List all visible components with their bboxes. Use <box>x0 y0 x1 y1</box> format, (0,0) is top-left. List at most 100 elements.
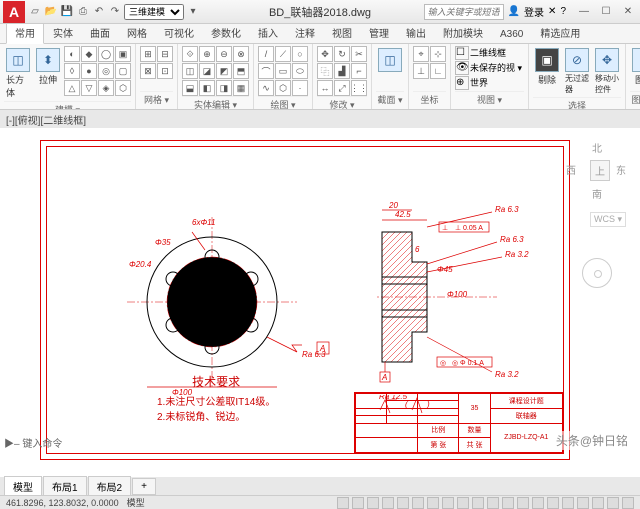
layers-button[interactable]: ≣图层 <box>630 46 640 88</box>
new-icon[interactable]: ▱ <box>28 5 42 19</box>
gizmo-toggle[interactable] <box>517 497 529 509</box>
ortho-toggle[interactable] <box>367 497 379 509</box>
panel-title[interactable]: 网格 ▾ <box>140 91 173 107</box>
tab-view[interactable]: 视图 <box>324 22 360 43</box>
tool-icon[interactable]: ◐ <box>64 46 80 62</box>
tool-icon[interactable]: ⊟ <box>157 46 173 62</box>
tool-icon[interactable]: ◫ <box>182 63 198 79</box>
tool-icon[interactable]: ⊥ <box>413 63 429 79</box>
snap-toggle[interactable] <box>352 497 364 509</box>
tab-annotate[interactable]: 注释 <box>287 22 323 43</box>
tab-surface[interactable]: 曲面 <box>82 22 118 43</box>
tool-icon[interactable]: ▽ <box>81 80 97 96</box>
isolate-toggle[interactable] <box>577 497 589 509</box>
tool-icon[interactable]: ⊖ <box>216 46 232 62</box>
save-icon[interactable]: 💾 <box>60 5 74 19</box>
tool-icon[interactable]: ⬒ <box>233 63 249 79</box>
hardware-toggle[interactable] <box>592 497 604 509</box>
saveas-icon[interactable]: ⎙ <box>76 5 90 19</box>
tab-layout1[interactable]: 布局1 <box>43 476 87 497</box>
tool-icon[interactable]: ⊕ <box>199 46 215 62</box>
undo-icon[interactable]: ↶ <box>92 5 106 19</box>
command-line[interactable]: ▶‒ 键入命令 <box>4 435 62 450</box>
tool-icon[interactable]: · <box>292 80 308 96</box>
tab-mesh[interactable]: 网格 <box>119 22 155 43</box>
tool-icon[interactable]: ⌖ <box>413 46 429 62</box>
custom-toggle[interactable] <box>622 497 634 509</box>
tool-icon[interactable]: ◯ <box>98 46 114 62</box>
tool-icon[interactable]: ▦ <box>233 80 249 96</box>
grid-toggle[interactable] <box>337 497 349 509</box>
osnap-toggle[interactable] <box>397 497 409 509</box>
panel-title[interactable]: 坐标 <box>413 91 446 107</box>
rotate-icon[interactable]: ↻ <box>334 46 350 62</box>
workspace-toggle[interactable] <box>547 497 559 509</box>
panel-title[interactable]: 图层 ▾ <box>630 91 640 107</box>
drawing-canvas[interactable]: 6xΦ11 Φ35 Φ20.4 Φ100 Ra 6.3 A <box>0 128 640 484</box>
exchange-icon[interactable]: ✕ <box>548 6 556 17</box>
tool-icon[interactable]: ⬡ <box>115 80 131 96</box>
box-button[interactable]: ◫长方体 <box>4 46 32 101</box>
array-icon[interactable]: ⋮⋮ <box>351 80 367 96</box>
line-icon[interactable]: / <box>258 46 274 62</box>
open-icon[interactable]: 📂 <box>44 5 58 19</box>
tool-icon[interactable]: ◆ <box>81 46 97 62</box>
tool-icon[interactable]: △ <box>64 80 80 96</box>
tab-insert[interactable]: 插入 <box>250 22 286 43</box>
app-icon[interactable]: A <box>3 1 25 23</box>
polyline-icon[interactable]: ⟋ <box>275 46 291 62</box>
minimize-button[interactable]: — <box>576 6 592 17</box>
workspace-dropdown[interactable]: 三维建模 <box>124 4 184 20</box>
rect-icon[interactable]: ▭ <box>275 63 291 79</box>
monitor-toggle[interactable] <box>562 497 574 509</box>
tool-icon[interactable]: ⬭ <box>292 63 308 79</box>
tool-icon[interactable]: ∿ <box>258 80 274 96</box>
scale-icon[interactable]: ⤢ <box>334 80 350 96</box>
cull-button[interactable]: ▣剔除 <box>533 46 561 88</box>
tool-icon[interactable]: ▢ <box>115 63 131 79</box>
user-icon[interactable]: 👤 <box>508 6 520 17</box>
cycling-toggle[interactable] <box>457 497 469 509</box>
section-button[interactable]: ◫ <box>376 46 404 74</box>
gizmo-button[interactable]: ✥移动小控件 <box>593 46 621 97</box>
arc-icon[interactable]: ⌒ <box>258 63 274 79</box>
tab-model[interactable]: 模型 <box>4 476 42 497</box>
tool-icon[interactable]: ⊡ <box>157 63 173 79</box>
tool-icon[interactable]: ◈ <box>98 80 114 96</box>
tab-parametric[interactable]: 参数化 <box>203 22 249 43</box>
view-cube[interactable]: 北 南 西 东 上 <box>570 142 626 198</box>
ucs-dd[interactable]: 世界 <box>470 76 488 90</box>
close-button[interactable]: ✕ <box>620 6 636 17</box>
panel-title[interactable]: 选择 <box>533 97 621 110</box>
nav-wheel[interactable] <box>582 258 612 288</box>
mirror-icon[interactable]: ▟ <box>334 63 350 79</box>
panel-title[interactable]: 视图 ▾ <box>455 91 524 107</box>
fillet-icon[interactable]: ⌐ <box>351 63 367 79</box>
tool-icon[interactable]: ⊹ <box>430 46 446 62</box>
tab-solid[interactable]: 实体 <box>45 22 81 43</box>
clean-toggle[interactable] <box>607 497 619 509</box>
tool-icon[interactable]: ◩ <box>216 63 232 79</box>
tab-add[interactable]: + <box>132 478 156 495</box>
dynucs-toggle[interactable] <box>487 497 499 509</box>
tab-featured[interactable]: 精选应用 <box>532 22 588 43</box>
move-icon[interactable]: ✥ <box>317 46 333 62</box>
tool-icon[interactable]: ⊗ <box>233 46 249 62</box>
tool-icon[interactable]: ◊ <box>64 63 80 79</box>
annoscale-toggle[interactable] <box>532 497 544 509</box>
tab-a360[interactable]: A360 <box>492 26 531 43</box>
tool-icon[interactable]: ● <box>81 63 97 79</box>
view-icon[interactable]: 👁 <box>455 61 469 75</box>
visual-style-dd[interactable]: 二维线框 <box>470 46 506 60</box>
tool-icon[interactable]: ⟐ <box>182 46 198 62</box>
otrack-toggle[interactable] <box>412 497 424 509</box>
panel-title[interactable]: 建模 ▾ <box>4 101 131 110</box>
panel-title[interactable]: 实体编辑 ▾ <box>182 96 249 110</box>
vs-icon[interactable]: ☐ <box>455 46 469 60</box>
tab-visualize[interactable]: 可视化 <box>156 22 202 43</box>
space-mode[interactable]: 模型 <box>127 496 145 509</box>
ucs-icon[interactable]: ⊕ <box>455 76 469 90</box>
maximize-button[interactable]: ☐ <box>598 6 614 17</box>
filter-toggle[interactable] <box>502 497 514 509</box>
saved-view-dd[interactable]: 未保存的视 ▾ <box>470 61 522 75</box>
